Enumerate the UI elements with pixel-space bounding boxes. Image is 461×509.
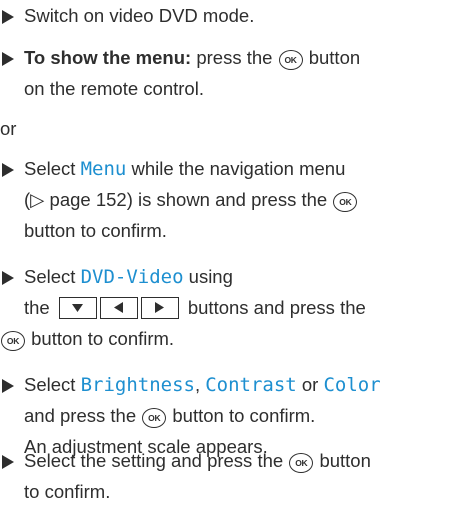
bullet-arrow-icon — [2, 455, 14, 469]
bullet-arrow-icon — [2, 271, 14, 285]
menu-item-highlight: Color — [323, 374, 381, 396]
ok-button-icon: OK — [1, 331, 25, 351]
down-arrow-icon — [58, 297, 97, 319]
step-text-line-1: Select Brightness, Contrast or Color — [24, 374, 381, 396]
step-bold-label: To show the menu: — [24, 47, 192, 68]
step-text-line-1: To show the menu: press the OK button — [24, 47, 361, 70]
bullet-arrow-icon — [2, 163, 14, 177]
step-text-line-2: on the remote control. — [24, 78, 204, 99]
ok-button-icon: OK — [142, 408, 167, 428]
arrow-keys-group — [58, 297, 182, 327]
ok-button-icon: OK — [278, 50, 303, 70]
menu-item-highlight: DVD-Video — [80, 266, 184, 288]
step-text-line-2: the buttons and press the — [24, 294, 366, 322]
bullet-arrow-icon — [2, 10, 14, 24]
left-arrow-icon — [99, 297, 138, 319]
ok-button-icon: OK — [333, 192, 358, 212]
bullet-arrow-icon — [2, 379, 14, 393]
menu-item-highlight: Menu — [80, 158, 127, 180]
or-separator: or — [0, 118, 17, 139]
step-text-line-1: Select the setting and press the OK butt… — [24, 450, 371, 473]
menu-item-highlight: Brightness — [80, 374, 195, 396]
step-text-line-2: and press the OK button to confirm. — [24, 405, 316, 428]
step-text-line-2: (▷ page 152) is shown and press the OK — [24, 186, 358, 214]
step-text-line-1: Select DVD-Video using — [24, 266, 233, 288]
bullet-arrow-icon — [2, 52, 14, 66]
step-text-line-1: Select Menu while the navigation menu — [24, 158, 346, 180]
step-text-line-3: OK button to confirm. — [0, 325, 174, 353]
menu-item-highlight: Contrast — [205, 374, 297, 396]
step-text: Switch on video DVD mode. — [24, 5, 255, 26]
right-arrow-icon — [140, 297, 179, 319]
ok-button-icon: OK — [289, 453, 314, 473]
step-text-line-2: to confirm. — [24, 481, 111, 502]
step-text-line-3: button to confirm. — [24, 220, 167, 241]
